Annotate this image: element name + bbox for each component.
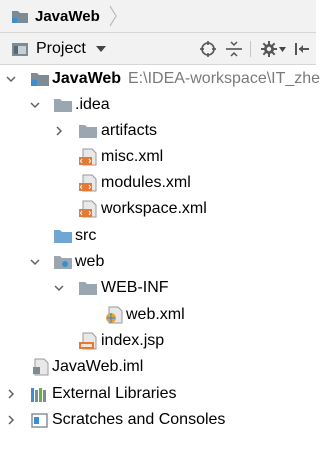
breadcrumb-project[interactable]: JavaWeb (11, 5, 100, 27)
tree-row-web[interactable]: web (0, 249, 316, 275)
file-label: workspace.xml (101, 200, 207, 217)
module-folder-icon (12, 11, 28, 23)
file-label: index.jsp (101, 332, 165, 349)
tree-row-misc[interactable]: misc.xml (0, 144, 316, 170)
locate-icon[interactable] (199, 40, 217, 58)
folder-icon (79, 125, 97, 138)
expand-arrow-icon[interactable] (54, 283, 64, 293)
tree-label: External Libraries (52, 385, 177, 402)
project-toolbar: Project (0, 33, 316, 65)
hide-panel-icon[interactable] (293, 40, 311, 58)
file-label: web.xml (126, 306, 185, 323)
view-label: Project (36, 40, 86, 57)
xml-file-icon (79, 200, 97, 218)
xml-file-icon (79, 148, 97, 166)
folder-icon (54, 99, 72, 112)
project-name: JavaWeb (35, 7, 100, 25)
web-folder-icon (54, 256, 72, 269)
tree-row-root[interactable]: JavaWeb E:\IDEA-workspace\IT_zher (0, 66, 320, 92)
root-label: JavaWeb (52, 70, 122, 87)
file-label: JavaWeb.iml (52, 358, 144, 375)
gear-dropdown-icon[interactable] (279, 47, 286, 52)
tree-row-webxml[interactable]: web.xml (0, 302, 316, 328)
tree-row-idea[interactable]: .idea (0, 92, 316, 118)
tree-label: Scratches and Consoles (52, 411, 226, 428)
chevron-right-icon (109, 5, 117, 27)
chevron-down-icon (95, 46, 106, 52)
toolbar-separator (250, 41, 251, 57)
tree-row-webinf[interactable]: WEB-INF (0, 275, 316, 301)
tree-row-modules[interactable]: modules.xml (0, 170, 316, 196)
folder-label: .idea (75, 96, 110, 113)
collapse-arrow-icon[interactable] (6, 415, 16, 425)
view-selector[interactable]: Project (11, 38, 106, 60)
folder-label: WEB-INF (101, 279, 169, 296)
gear-icon[interactable] (260, 40, 278, 58)
xml-file-icon (79, 174, 97, 192)
file-label: modules.xml (101, 174, 191, 191)
tree-row-workspace[interactable]: workspace.xml (0, 196, 316, 222)
folder-label: artifacts (101, 122, 158, 139)
web-xml-icon (106, 306, 123, 324)
tree-row-src[interactable]: src (0, 223, 316, 249)
root-path: E:\IDEA-workspace\IT_zher (128, 70, 320, 87)
module-folder-icon (31, 73, 49, 86)
collapse-all-icon[interactable] (225, 40, 243, 58)
project-view-icon (12, 43, 28, 56)
iml-file-icon (33, 358, 49, 376)
folder-label: src (75, 227, 97, 244)
tree-row-indexjsp[interactable]: index.jsp (0, 328, 316, 354)
folder-label: web (75, 253, 105, 270)
expand-arrow-icon[interactable] (30, 100, 40, 110)
navigation-bar: JavaWeb (0, 0, 316, 33)
tree-row-scratches[interactable]: Scratches and Consoles (0, 407, 316, 433)
source-folder-icon (54, 230, 72, 243)
library-icon (31, 388, 46, 402)
collapse-arrow-icon[interactable] (6, 389, 16, 399)
jsp-file-icon (79, 332, 97, 350)
folder-icon (79, 282, 97, 295)
collapse-arrow-icon[interactable] (54, 126, 64, 136)
file-label: misc.xml (101, 148, 164, 165)
tree-row-iml[interactable]: JavaWeb.iml (0, 354, 316, 380)
expand-arrow-icon[interactable] (6, 74, 16, 84)
tree-row-external-libraries[interactable]: External Libraries (0, 381, 316, 407)
tree-row-artifacts[interactable]: artifacts (0, 118, 316, 144)
scratches-icon (31, 413, 48, 428)
expand-arrow-icon[interactable] (30, 257, 40, 267)
